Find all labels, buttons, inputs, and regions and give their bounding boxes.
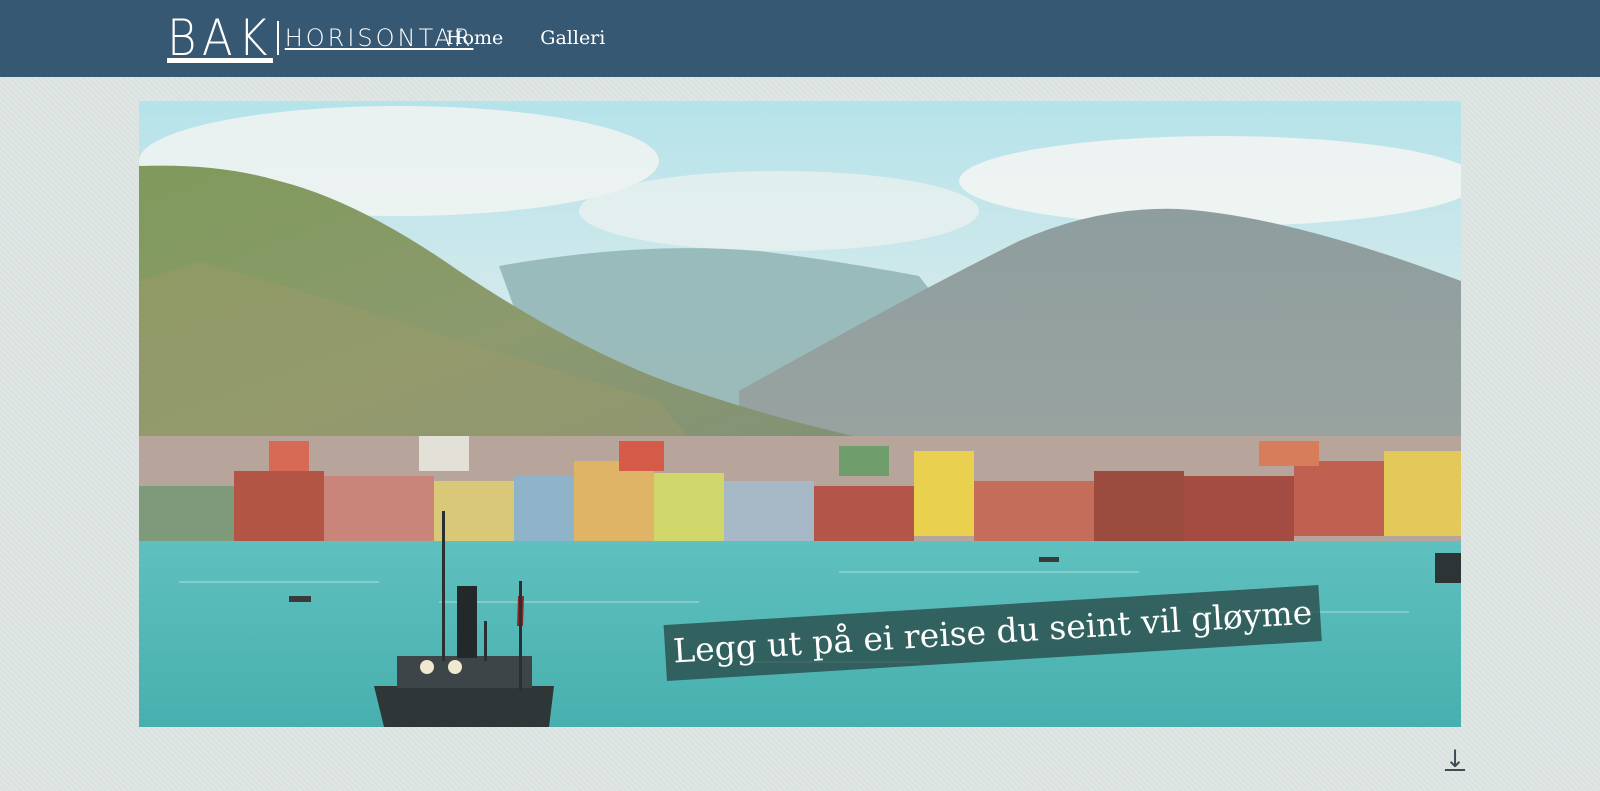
main-nav: Home Galleri <box>446 22 605 54</box>
nav-link-galleri[interactable]: Galleri <box>540 22 605 54</box>
top-navigation-bar: BAK HORISONTAR Home Galleri <box>0 0 1600 77</box>
logo-main-text: BAK <box>167 9 273 67</box>
arrow-down-icon[interactable]: ↓ <box>1444 744 1466 774</box>
hero-image: Legg ut på ei reise du seint vil gløyme <box>139 101 1461 727</box>
site-logo[interactable]: BAK HORISONTAR <box>167 10 473 66</box>
nav-link-home[interactable]: Home <box>446 22 503 54</box>
logo-divider <box>276 21 279 55</box>
